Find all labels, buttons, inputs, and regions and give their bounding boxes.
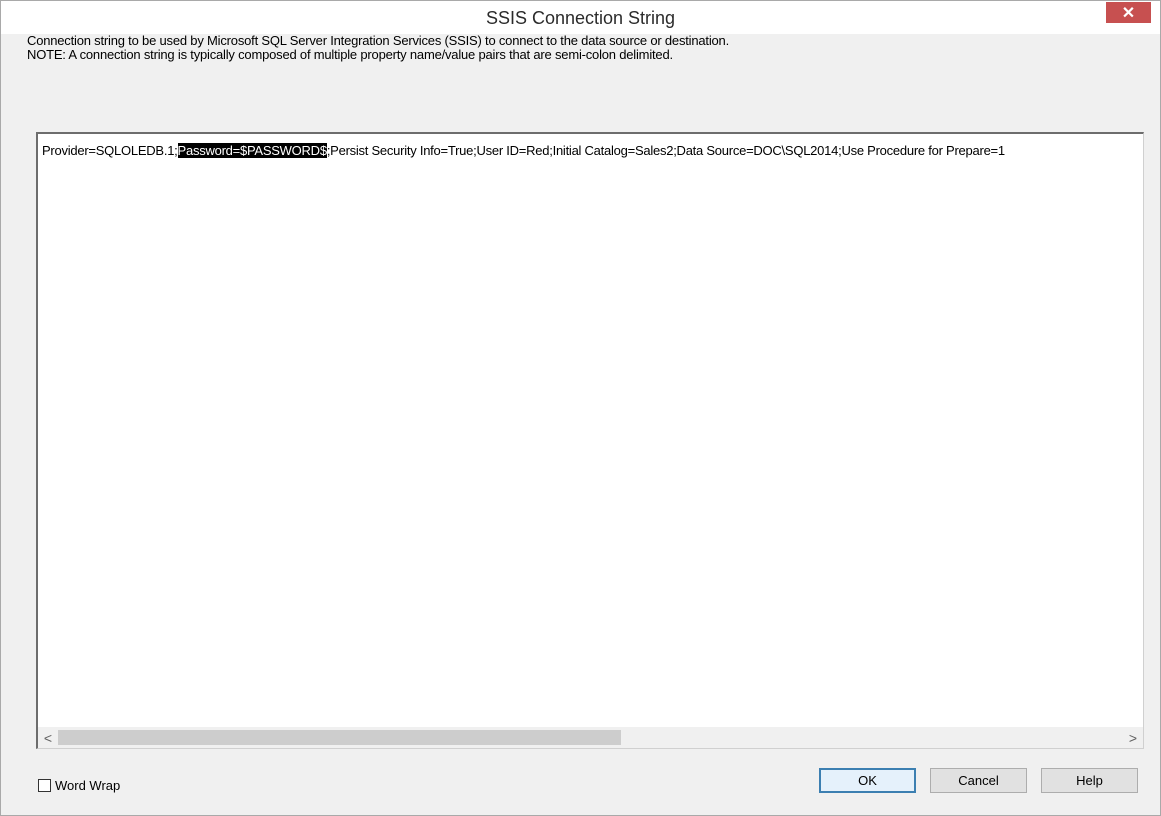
connection-string-after-selection: ;Persist Security Info=True;User ID=Red;… <box>326 143 1005 158</box>
word-wrap-option[interactable]: Word Wrap <box>38 778 120 793</box>
selected-password-text: Password=$PASSWORD$ <box>177 143 327 158</box>
description-line-1: Connection string to be used by Microsof… <box>27 33 729 48</box>
scroll-thumb[interactable] <box>58 730 621 745</box>
connection-string-textarea[interactable]: Provider=SQLOLEDB.1;Password=$PASSWORD$;… <box>36 132 1144 749</box>
title-bar: SSIS Connection String ✕ <box>1 1 1160 34</box>
dialog-window: SSIS Connection String ✕ Connection stri… <box>0 0 1161 816</box>
horizontal-scrollbar[interactable]: < > <box>38 727 1143 748</box>
ok-button[interactable]: OK <box>819 768 916 793</box>
cancel-button[interactable]: Cancel <box>930 768 1027 793</box>
word-wrap-checkbox[interactable] <box>38 779 51 792</box>
close-button[interactable]: ✕ <box>1106 2 1151 23</box>
word-wrap-label: Word Wrap <box>55 778 121 793</box>
description-line-2: NOTE: A connection string is typically c… <box>27 47 673 62</box>
close-icon: ✕ <box>1121 4 1136 22</box>
scroll-left-arrow-icon[interactable]: < <box>38 727 58 748</box>
dialog-title: SSIS Connection String <box>485 8 676 28</box>
description: Connection string to be used by Microsof… <box>27 34 729 62</box>
connection-string-before-selection: Provider=SQLOLEDB.1; <box>42 143 178 158</box>
scroll-right-arrow-icon[interactable]: > <box>1123 727 1143 748</box>
help-button[interactable]: Help <box>1041 768 1138 793</box>
connection-string-text: Provider=SQLOLEDB.1;Password=$PASSWORD$;… <box>42 143 1005 158</box>
